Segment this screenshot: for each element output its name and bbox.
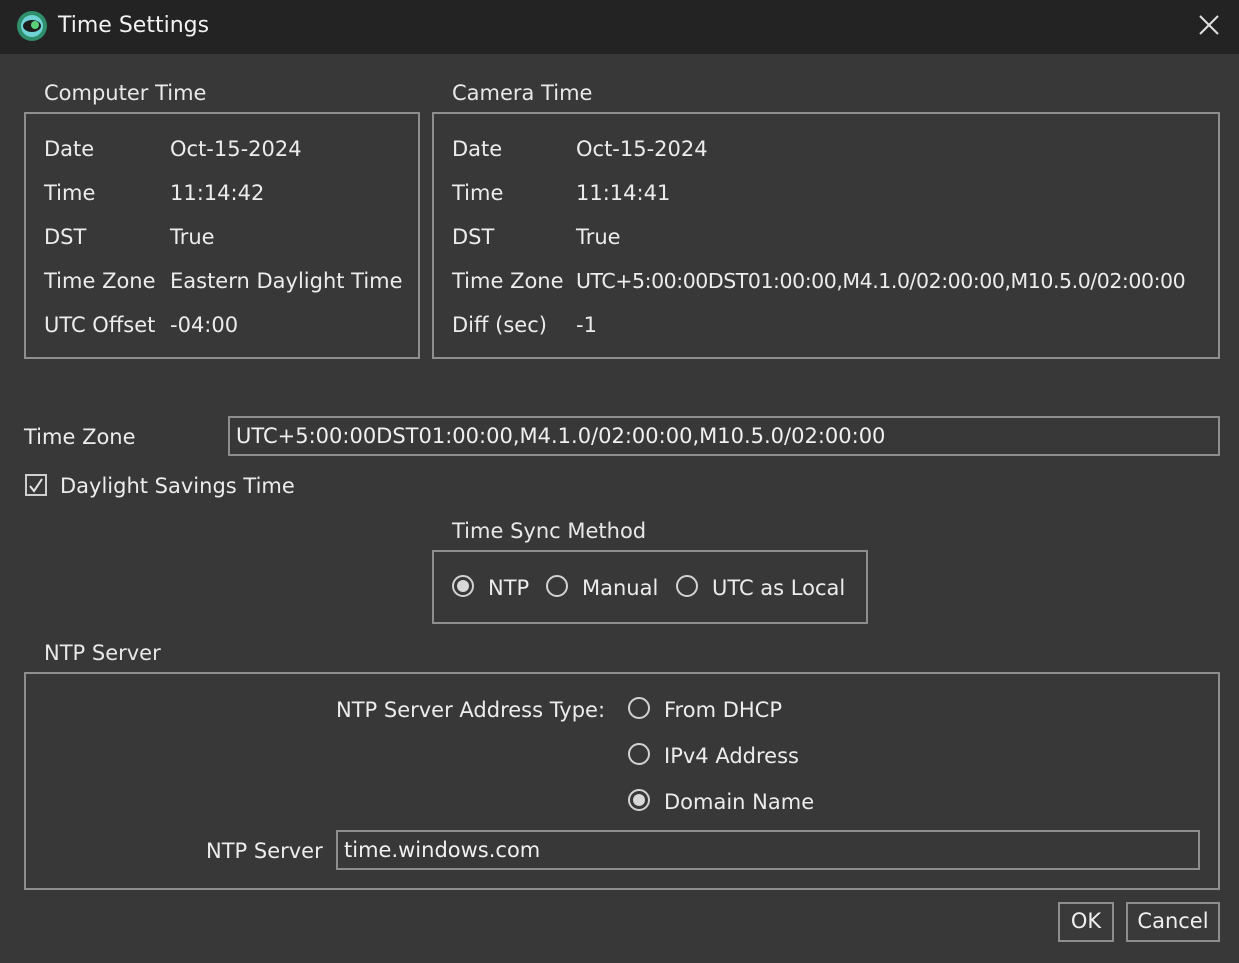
computer-time-value: 11:14:42 xyxy=(170,181,265,205)
computer-timezone-value: Eastern Daylight Time xyxy=(170,269,403,293)
camera-time-group-label: Camera Time xyxy=(452,81,593,105)
camera-dst-value: True xyxy=(576,225,621,249)
dst-checkbox[interactable] xyxy=(25,474,47,496)
camera-date-label: Date xyxy=(452,137,503,161)
title-bar: Time Settings xyxy=(0,0,1239,54)
camera-time-value: 11:14:41 xyxy=(576,181,671,205)
computer-date-label: Date xyxy=(44,137,95,161)
sync-utc-local-radio[interactable] xyxy=(676,575,698,597)
camera-timezone-value: UTC+5:00:00DST01:00:00,M4.1.0/02:00:00,M… xyxy=(576,269,1186,293)
camera-timezone-label: Time Zone xyxy=(452,269,564,293)
computer-dst-value: True xyxy=(170,225,215,249)
address-domain-radio[interactable] xyxy=(628,789,650,811)
address-dhcp-radio[interactable] xyxy=(628,697,650,719)
sync-method-group-label: Time Sync Method xyxy=(452,519,647,543)
sync-manual-label[interactable]: Manual xyxy=(582,576,658,600)
computer-time-group-label: Computer Time xyxy=(44,81,207,105)
camera-date-value: Oct-15-2024 xyxy=(576,137,708,161)
ntp-server-input[interactable] xyxy=(336,830,1200,870)
time-zone-label: Time Zone xyxy=(24,425,136,449)
ntp-server-group-label: NTP Server xyxy=(44,641,161,665)
sync-ntp-radio[interactable] xyxy=(452,575,474,597)
cancel-button[interactable]: Cancel xyxy=(1126,902,1220,942)
ok-button[interactable]: OK xyxy=(1058,902,1114,942)
camera-dst-label: DST xyxy=(452,225,495,249)
address-ipv4-radio[interactable] xyxy=(628,743,650,765)
computer-time-label: Time xyxy=(44,181,96,205)
camera-diff-value: -1 xyxy=(576,313,597,337)
app-logo-icon xyxy=(17,11,47,41)
close-icon[interactable] xyxy=(1193,9,1225,41)
camera-diff-label: Diff (sec) xyxy=(452,313,547,337)
address-ipv4-label[interactable]: IPv4 Address xyxy=(664,744,799,768)
checkmark-icon xyxy=(29,478,43,493)
time-zone-input[interactable] xyxy=(228,416,1220,456)
ntp-address-type-label: NTP Server Address Type: xyxy=(336,698,606,722)
window-title: Time Settings xyxy=(58,13,210,38)
computer-date-value: Oct-15-2024 xyxy=(170,137,302,161)
computer-utc-offset-label: UTC Offset xyxy=(44,313,156,337)
ntp-server-label: NTP Server xyxy=(206,839,323,863)
address-domain-label[interactable]: Domain Name xyxy=(664,790,814,814)
camera-time-label: Time xyxy=(452,181,504,205)
sync-manual-radio[interactable] xyxy=(546,575,568,597)
computer-dst-label: DST xyxy=(44,225,87,249)
address-dhcp-label[interactable]: From DHCP xyxy=(664,698,782,722)
sync-ntp-label[interactable]: NTP xyxy=(488,576,529,600)
dst-checkbox-label[interactable]: Daylight Savings Time xyxy=(60,474,295,498)
computer-utc-offset-value: -04:00 xyxy=(170,313,239,337)
camera-time-frame xyxy=(432,112,1220,359)
sync-utc-local-label[interactable]: UTC as Local xyxy=(712,576,845,600)
computer-timezone-label: Time Zone xyxy=(44,269,156,293)
